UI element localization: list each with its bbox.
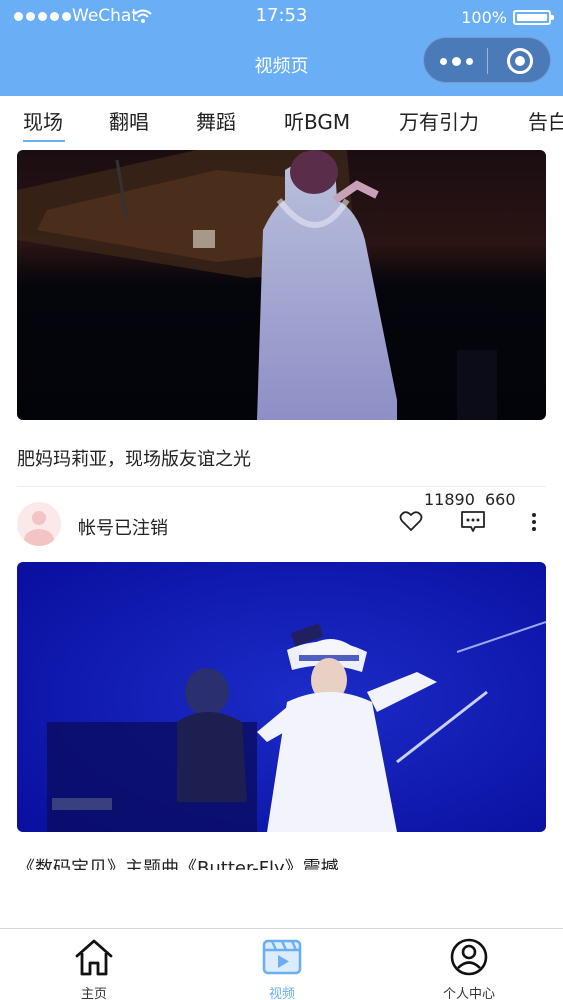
video-title-text: 《数码宝贝》主题曲《Butter-Fly》震撼 <box>17 858 339 870</box>
comments-count: 660 <box>485 490 516 509</box>
tab-dance[interactable]: 舞蹈 <box>196 106 236 135</box>
video-thumbnail[interactable] <box>17 562 546 832</box>
tabbar-item-home[interactable]: 主页 <box>34 929 154 1000</box>
tabbar-label: 个人中心 <box>442 987 495 1000</box>
tab-cover[interactable]: 翻唱 <box>109 106 149 135</box>
video-title[interactable]: 《数码宝贝》主题曲《Butter-Fly》震撼 <box>17 856 546 870</box>
concert-photo <box>17 562 546 832</box>
comment-icon[interactable] <box>460 510 486 534</box>
status-bar: WeChat 17:53 100% <box>0 0 563 34</box>
tabbar-label: 视频 <box>268 987 295 1000</box>
battery-percentage: 100% <box>461 8 507 27</box>
tab-live[interactable]: 现场 <box>23 106 63 135</box>
video-thumbnail[interactable] <box>17 150 546 420</box>
divider <box>17 486 546 487</box>
author-name[interactable]: 帐号已注销 <box>78 514 168 540</box>
tabbar-item-profile[interactable]: 个人中心 <box>409 929 529 1000</box>
video-title[interactable]: 肥妈玛莉亚，现场版友谊之光 <box>17 445 251 471</box>
close-miniprogram-icon[interactable] <box>488 38 552 84</box>
video-icon <box>262 939 302 975</box>
likes-count: 11890 <box>424 490 475 509</box>
more-menu-icon[interactable] <box>424 38 488 84</box>
bottom-tab-bar: 主页 视频 个人中心 <box>0 928 563 1000</box>
active-tab-indicator <box>23 140 65 142</box>
category-tabs: 现场 翻唱 舞蹈 听BGM 万有引力 告白 <box>0 96 563 144</box>
user-icon <box>450 938 488 976</box>
tabbar-item-video[interactable]: 视频 <box>222 929 342 1000</box>
concert-photo <box>17 150 546 420</box>
miniprogram-capsule <box>423 37 551 83</box>
home-icon <box>75 939 113 976</box>
tabbar-label: 主页 <box>80 987 107 1000</box>
tab-bgm[interactable]: 听BGM <box>284 106 350 135</box>
avatar[interactable] <box>17 502 61 546</box>
tab-confession[interactable]: 告白 <box>528 106 563 135</box>
top-bar: WeChat 17:53 100% 视频页 <box>0 0 563 96</box>
more-options-icon[interactable] <box>527 512 541 532</box>
battery-icon <box>513 10 554 25</box>
tab-gravity[interactable]: 万有引力 <box>399 106 479 135</box>
heart-icon[interactable] <box>399 510 423 532</box>
